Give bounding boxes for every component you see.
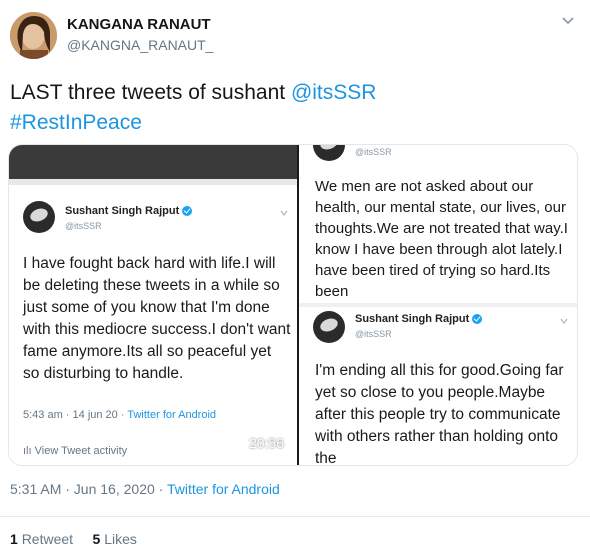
embedded-chevron-icon [279,205,289,216]
embedded-author-handle: @itsSSR [355,147,392,157]
chevron-down-icon[interactable] [560,12,576,28]
phone-status-bar [9,145,297,179]
author-avatar[interactable] [10,12,57,59]
embedded-avatar [313,145,345,161]
embedded-avatar [23,201,55,233]
embedded-author-handle: @itsSSR [355,329,392,339]
retweet-count-link[interactable]: 1 Retweet [10,531,73,547]
verified-icon [182,206,193,217]
verified-icon [472,314,483,325]
author-name[interactable]: KANGANA RANAUT [67,16,211,33]
tweet-timestamp: 5:31 AM · Jun 16, 2020 · Twitter for And… [10,481,280,497]
hashtag-link[interactable]: #RestInPeace [10,111,142,134]
embedded-tweet-body: I have fought back hard with life.I will… [23,255,291,382]
embedded-author-handle: @itsSSR [65,221,102,231]
mention-link[interactable]: @itsSSR [291,81,377,104]
media-image-right[interactable]: @itsSSR We men are not asked about our h… [299,145,577,465]
tweet-stats: 1 Retweet 5 Likes [10,531,137,547]
tweet-time[interactable]: 5:31 AM · Jun 16, 2020 · [10,481,167,497]
bar-chart-icon: ılı [23,445,35,457]
embedded-avatar [313,311,345,343]
divider [0,516,590,517]
tweet-media[interactable]: Sushant Singh Rajput @itsSSR I have foug… [8,144,578,466]
embedded-tweet-meta: 5:43 am · 14 jun 20 · Twitter for Androi… [23,409,217,421]
media-image-left[interactable]: Sushant Singh Rajput @itsSSR I have foug… [9,145,297,465]
embedded-author-name: Sushant Singh Rajput [355,313,483,325]
embedded-tweet-body: I'm ending all this for good.Going far y… [315,362,564,465]
tweet-text-body: LAST three tweets of sushant [10,81,291,104]
embedded-chevron-icon [559,313,569,324]
embedded-tweet-body: We men are not asked about our health, o… [315,178,568,300]
tweet-source-link[interactable]: Twitter for Android [167,481,280,497]
embedded-author-name: Sushant Singh Rajput [65,205,193,217]
video-timestamp: 20:56 [249,435,285,451]
tweet-text: LAST three tweets of sushant @itsSSR #Re… [10,78,570,138]
author-handle[interactable]: @KANGNA_RANAUT_ [67,37,213,53]
like-count-link[interactable]: 5 Likes [93,531,137,547]
embedded-view-activity: ılı View Tweet activity [23,445,128,457]
